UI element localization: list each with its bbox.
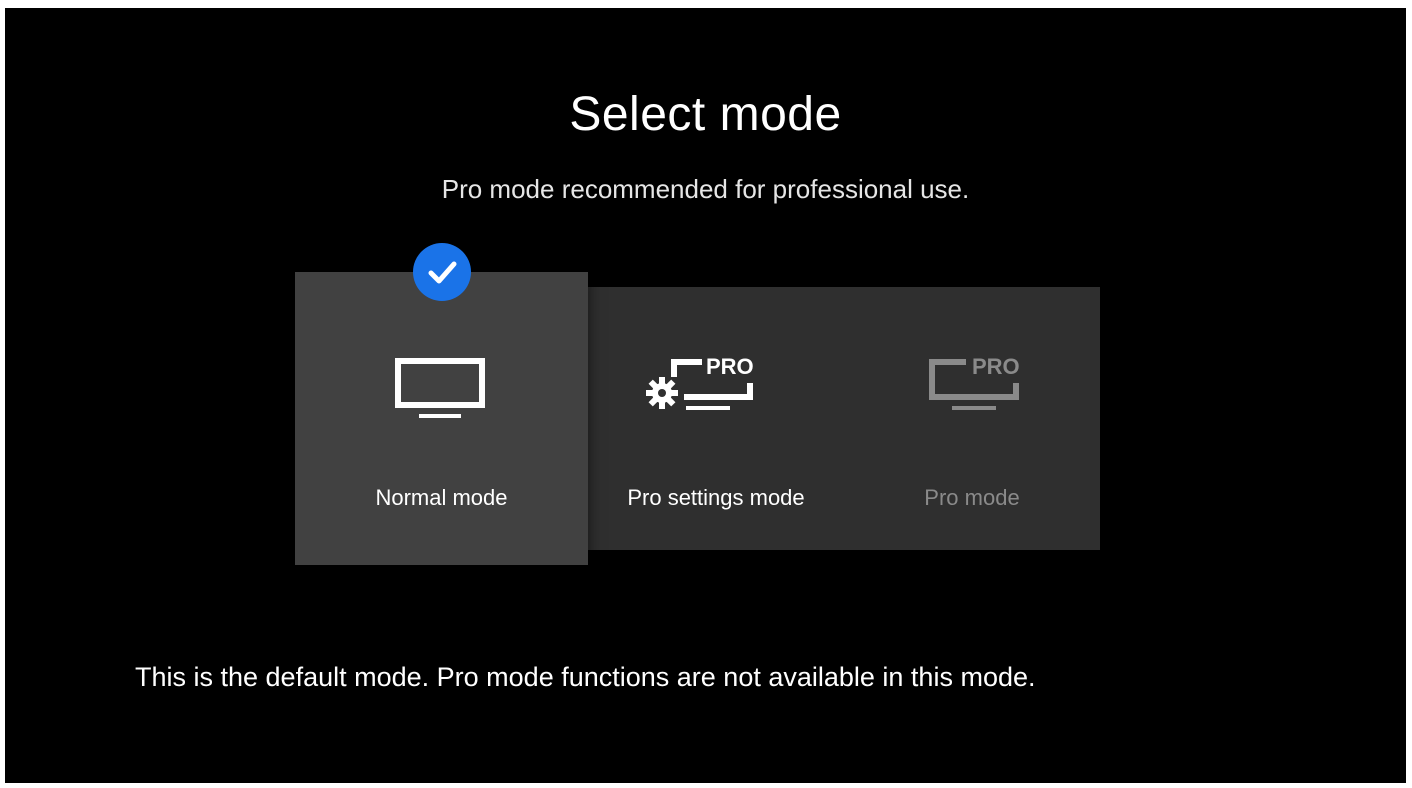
page-subtitle: Pro mode recommended for professional us… (441, 174, 970, 204)
pro-badge-text: PRO (706, 354, 754, 379)
mode-option-pro[interactable]: PRO Pro mode (844, 287, 1100, 550)
page-title: Select mode (569, 88, 842, 141)
mode-label-normal: Normal mode (375, 485, 508, 510)
mode-label-pro: Pro mode (924, 485, 1020, 510)
pro-badge-text-disabled: PRO (972, 354, 1020, 379)
pro-settings-icon: PRO (644, 349, 756, 426)
mode-select-screen: Select mode Pro mode recommended for pro… (5, 8, 1406, 783)
mode-label-pro-settings: Pro settings mode (627, 485, 805, 510)
check-icon (428, 261, 457, 284)
mode-option-normal[interactable]: Normal mode (295, 272, 588, 565)
mode-option-pro-settings[interactable]: PRO Pro settings mode (588, 287, 844, 550)
selected-check-badge (413, 243, 471, 301)
tv-icon (395, 358, 485, 427)
pro-tv-icon: PRO (922, 349, 1022, 426)
mode-description: This is the default mode. Pro mode funct… (135, 662, 1036, 692)
